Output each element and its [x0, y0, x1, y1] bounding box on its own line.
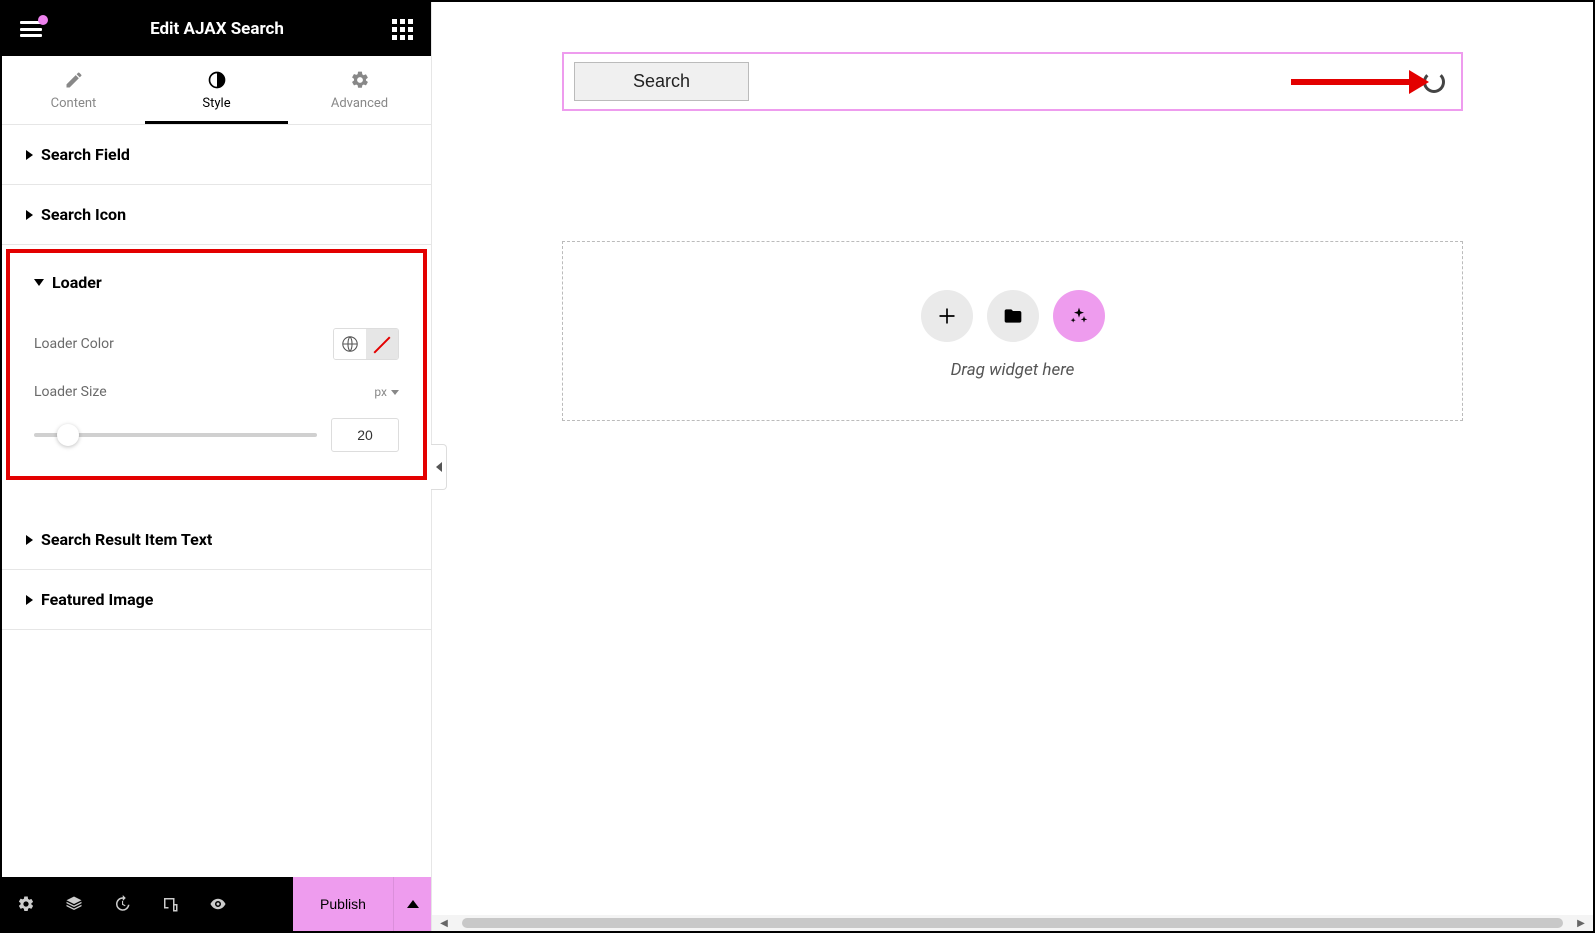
loader-color-label: Loader Color: [34, 336, 114, 352]
tab-content[interactable]: Content: [2, 56, 145, 124]
publish-options-button[interactable]: [393, 877, 431, 931]
loader-size-label: Loader Size: [34, 384, 107, 400]
sparkle-icon: [1069, 306, 1089, 326]
loader-size-slider[interactable]: [34, 433, 317, 437]
section-body-loader: Loader Color Loader Size: [10, 312, 423, 476]
folder-icon: [1003, 306, 1023, 326]
eye-icon: [209, 895, 227, 913]
template-library-button[interactable]: [987, 290, 1039, 342]
section-header-search-icon[interactable]: Search Icon: [2, 185, 431, 244]
color-control: [333, 328, 399, 360]
chevron-left-icon: [436, 462, 442, 472]
layers-icon: [65, 895, 83, 913]
section-header-featured-image[interactable]: Featured Image: [2, 570, 431, 629]
section-title: Search Result Item Text: [41, 530, 212, 549]
history-icon: [113, 895, 131, 913]
footer-icons: [2, 877, 293, 931]
pencil-icon: [64, 70, 84, 90]
caret-right-icon: [26, 595, 33, 605]
global-color-button[interactable]: [334, 329, 366, 359]
section-header-result-item-text[interactable]: Search Result Item Text: [2, 510, 431, 569]
loader-size-input[interactable]: [331, 418, 399, 452]
tab-advanced-label: Advanced: [331, 96, 388, 111]
control-loader-size: Loader Size px: [34, 372, 399, 412]
tab-style-label: Style: [202, 96, 230, 111]
section-featured-image: Featured Image: [2, 570, 431, 630]
drop-actions: [563, 290, 1462, 342]
caret-right-icon: [26, 210, 33, 220]
contrast-icon: [207, 70, 227, 90]
sidebar-footer: Publish: [2, 877, 431, 931]
color-picker-button[interactable]: [366, 329, 398, 359]
section-header-loader[interactable]: Loader: [10, 253, 423, 312]
drop-zone[interactable]: Drag widget here: [562, 241, 1463, 421]
scroll-right-icon[interactable]: ▶: [1575, 918, 1587, 928]
scroll-left-icon[interactable]: ◀: [438, 918, 450, 928]
globe-icon: [341, 335, 359, 353]
publish-button[interactable]: Publish: [293, 877, 393, 931]
section-search-icon: Search Icon: [2, 185, 431, 245]
search-widget[interactable]: Search: [562, 52, 1463, 111]
widgets-grid-button[interactable]: [392, 19, 413, 40]
section-header-search-field[interactable]: Search Field: [2, 125, 431, 184]
section-result-item-text: Search Result Item Text: [2, 510, 431, 570]
settings-button[interactable]: [2, 877, 50, 931]
responsive-icon: [161, 895, 179, 913]
scrollbar-thumb[interactable]: [462, 918, 1563, 928]
caret-right-icon: [26, 150, 33, 160]
drop-hint-text: Drag widget here: [563, 360, 1462, 380]
caret-right-icon: [26, 535, 33, 545]
section-title: Search Icon: [41, 205, 126, 224]
panel-title: Edit AJAX Search: [150, 19, 284, 39]
unit-label: px: [374, 385, 387, 399]
search-button[interactable]: Search: [574, 62, 749, 101]
section-title: Search Field: [41, 145, 130, 164]
canvas-inner: Search Drag widg: [462, 2, 1563, 911]
tab-advanced[interactable]: Advanced: [288, 56, 431, 124]
slider-thumb[interactable]: [57, 424, 79, 446]
notification-dot-icon: [38, 15, 48, 25]
menu-button[interactable]: [20, 21, 42, 37]
plus-icon: [937, 306, 957, 326]
responsive-button[interactable]: [146, 877, 194, 931]
slider-row: [34, 412, 399, 452]
collapse-sidebar-button[interactable]: [431, 444, 447, 490]
app-root: Edit AJAX Search Content Style Advanced: [0, 0, 1595, 933]
navigator-button[interactable]: [50, 877, 98, 931]
tab-style[interactable]: Style: [145, 56, 288, 124]
section-title: Featured Image: [41, 590, 153, 609]
sections-list: Search Field Search Icon Loader Loader C…: [2, 125, 431, 877]
chevron-down-icon: [391, 390, 399, 395]
editor-sidebar: Edit AJAX Search Content Style Advanced: [2, 2, 432, 931]
control-loader-color: Loader Color: [34, 316, 399, 372]
add-widget-button[interactable]: [921, 290, 973, 342]
horizontal-scrollbar[interactable]: ◀ ▶: [432, 915, 1593, 931]
sidebar-header: Edit AJAX Search: [2, 2, 431, 56]
canvas: Search Drag widg: [432, 2, 1593, 931]
tab-content-label: Content: [51, 96, 97, 111]
no-color-icon: [373, 335, 391, 353]
chevron-up-icon: [407, 900, 419, 908]
preview-button[interactable]: [194, 877, 242, 931]
section-search-field: Search Field: [2, 125, 431, 185]
annotation-arrow: [1291, 79, 1411, 85]
section-loader: Loader Loader Color: [6, 249, 427, 480]
history-button[interactable]: [98, 877, 146, 931]
tabs-bar: Content Style Advanced: [2, 56, 431, 125]
gear-icon: [350, 70, 370, 90]
caret-down-icon: [34, 279, 44, 286]
gear-icon: [17, 895, 35, 913]
section-title: Loader: [52, 273, 102, 292]
ai-button[interactable]: [1053, 290, 1105, 342]
unit-selector[interactable]: px: [374, 385, 399, 399]
